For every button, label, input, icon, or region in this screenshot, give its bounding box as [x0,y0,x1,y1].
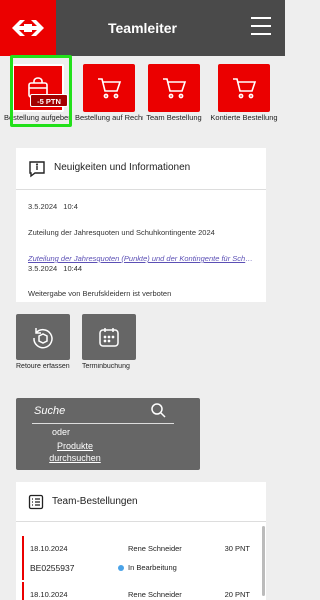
browse-products-link[interactable]: Produkte durchsuchen [40,440,110,464]
app-header: Teamleiter [0,0,285,56]
order-id: BE0255937 [30,563,75,573]
shopping-cart-icon [163,78,187,99]
order-status: In Bearbeitung [118,563,177,572]
info-message-icon [29,161,45,178]
order-status-bar [22,582,24,600]
order-employee: Rene Schneider [128,544,182,553]
return-label: Retoure erfassen [16,363,70,370]
tile-label: Team Bestellung [146,113,202,122]
news-date: 3.5.2024 10:44 [28,264,83,273]
order-employee: Rene Schneider [128,590,182,599]
list-icon [28,494,44,510]
shopping-cart-icon [98,78,122,99]
tile-label: Kontierte Bestellung [210,113,278,122]
status-dot-icon [118,565,124,571]
scrollbar[interactable] [262,526,265,596]
return-button[interactable] [16,314,70,360]
hamburger-icon[interactable] [251,17,271,37]
order-date: 18.10.2024 [30,544,68,553]
page-title: Teamleiter [108,20,177,36]
appointment-label: Terminbuchung [82,363,130,370]
calendar-icon [99,328,119,347]
tile-team-order[interactable]: Team Bestellung [140,62,208,128]
team-orders-card: Team-Bestellungen 18.10.2024 Rene Schnei… [16,482,266,600]
news-text: Zuteilung der Jahresquoten und Schuhkont… [28,228,215,237]
return-icon [33,328,53,349]
news-title: Neuigkeiten und Informationen [54,162,191,173]
tile-label: Bestellung auf Rechnung [75,113,143,122]
team-orders-title: Team-Bestellungen [52,496,138,507]
news-header: Neuigkeiten und Informationen [16,148,266,190]
tile-order-invoice[interactable]: Bestellung auf Rechnung [75,62,143,128]
order-row[interactable]: 18.10.2024 Rene Schneider 30 PNT BE02559… [22,536,254,580]
news-card: Neuigkeiten und Informationen 3.5.2024 1… [16,148,266,302]
search-panel: Suche oder Produkte durchsuchen [16,398,200,470]
selection-highlight [10,55,72,127]
appointment-button[interactable] [82,314,136,360]
tile-account-order[interactable]: Kontierte Bestellung [210,62,278,128]
order-date: 18.10.2024 [30,590,68,599]
search-icon[interactable] [150,402,166,418]
order-row[interactable]: 18.10.2024 Rene Schneider 20 PNT [22,582,254,600]
order-points: 20 PNT [224,590,250,599]
news-text: Weitergabe von Berufskleidern ist verbot… [28,289,172,298]
team-orders-header: Team-Bestellungen [16,482,266,522]
points-badge: -5 PTN [30,94,68,107]
news-link[interactable]: Zuteilung der Jahresquoten (Punkte) und … [28,254,254,263]
news-date: 3.5.2024 10:4 [28,202,78,211]
search-or-label: oder [52,427,71,437]
sbb-logo-icon[interactable] [0,0,56,56]
order-points: 30 PNT [224,544,250,553]
order-status-bar [22,536,24,580]
shopping-cart-icon [233,78,257,99]
search-underline [32,423,174,424]
